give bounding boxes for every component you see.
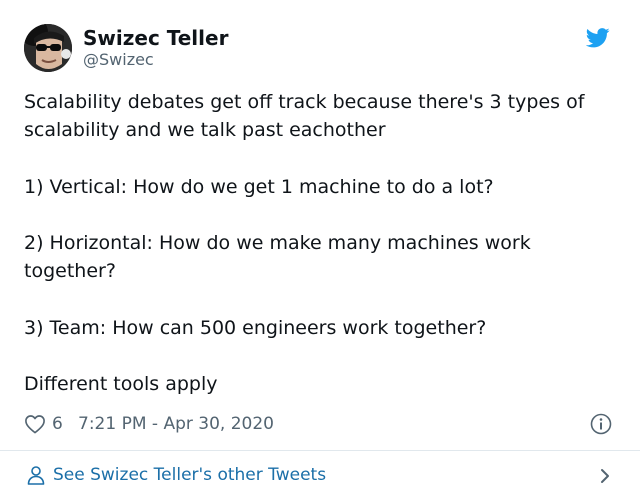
avatar-sunglasses-icon: [24, 24, 72, 72]
tweet-paragraph: Different tools apply: [24, 372, 218, 395]
tweet-paragraph: Scalability debates get off track becaus…: [24, 91, 585, 142]
author-handle[interactable]: @Swizec: [83, 50, 154, 70]
chevron-right-icon[interactable]: [598, 467, 612, 485]
see-other-tweets-label[interactable]: See Swizec Teller's other Tweets: [53, 464, 326, 486]
see-other-tweets-link[interactable]: See Swizec Teller's other Tweets: [0, 451, 640, 501]
twitter-bird-icon[interactable]: [586, 28, 610, 48]
tweet-paragraph: 2) Horizontal: How do we make many machi…: [24, 231, 531, 283]
info-icon[interactable]: [590, 413, 612, 435]
person-icon: [27, 466, 45, 485]
tweet-card: Swizec Teller @Swizec Scalability debate…: [0, 0, 640, 501]
author-name[interactable]: Swizec Teller: [83, 26, 228, 50]
like-count: 6: [52, 414, 63, 434]
tweet-meta: 6 7:21 PM - Apr 30, 2020: [24, 410, 616, 438]
tweet-text: Scalability debates get off track becaus…: [24, 88, 604, 398]
tweet-paragraph: 3) Team: How can 500 engineers work toge…: [24, 316, 487, 339]
tweet-timestamp[interactable]: 7:21 PM - Apr 30, 2020: [78, 413, 274, 435]
tweet-paragraph: 1) Vertical: How do we get 1 machine to …: [24, 175, 494, 198]
heart-icon[interactable]: [24, 414, 46, 434]
avatar[interactable]: [24, 24, 72, 72]
tweet-header: Swizec Teller @Swizec: [24, 24, 616, 72]
